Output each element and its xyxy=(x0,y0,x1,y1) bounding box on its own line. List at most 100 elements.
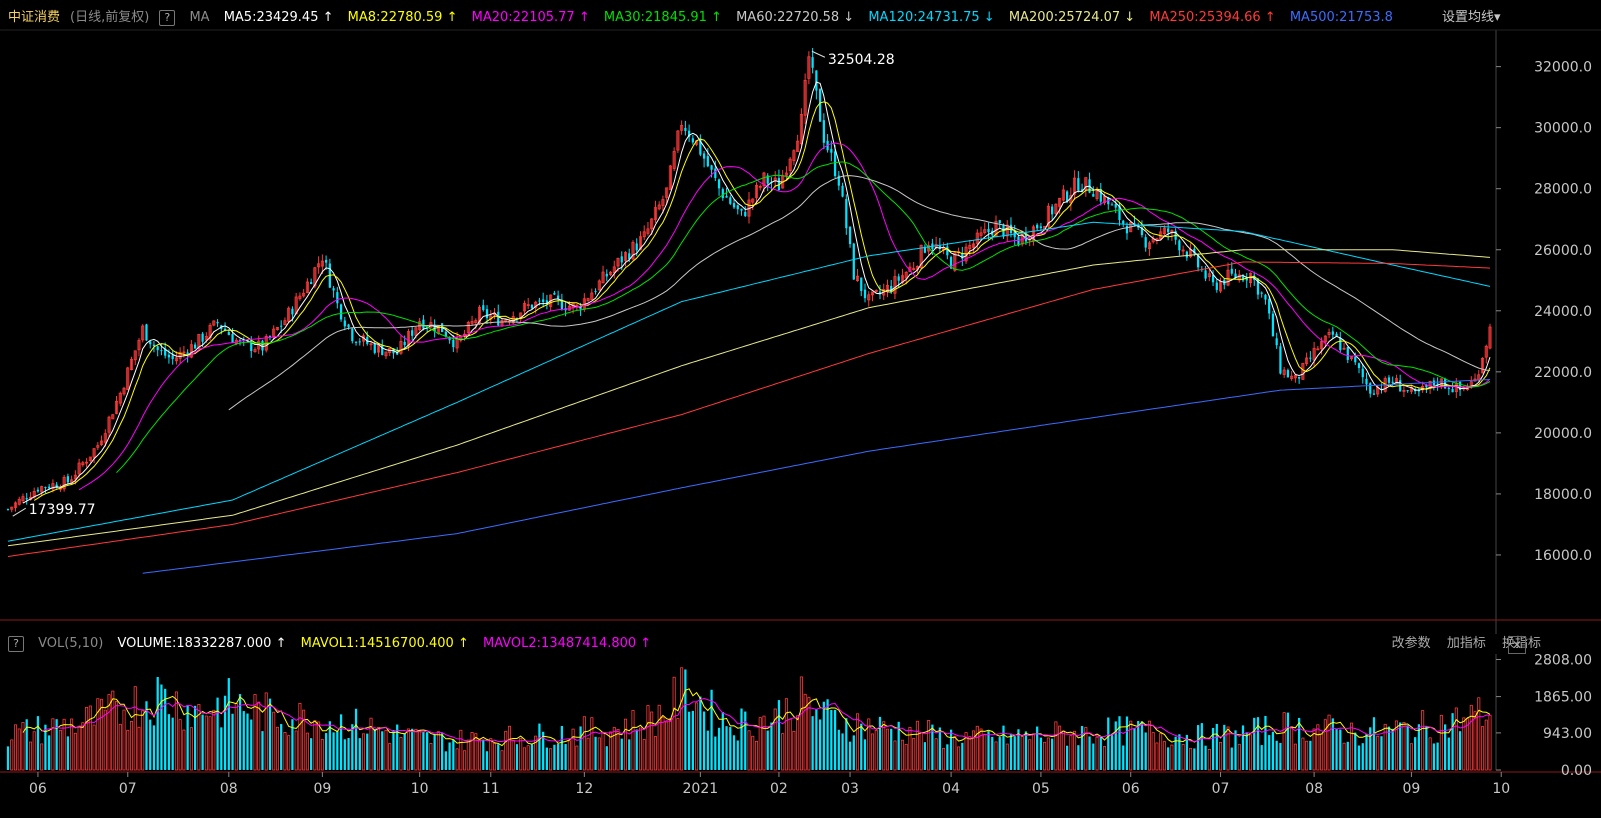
volume-bar xyxy=(998,737,1001,770)
candle-body xyxy=(1092,194,1095,197)
chart-canvas[interactable]: 16000.0 18000.0 20000.0 22000.0 24000.0 26000… xyxy=(0,0,1601,818)
volume-bar xyxy=(422,731,425,770)
candle-body xyxy=(1286,370,1290,378)
volume-bar xyxy=(1122,745,1125,770)
volume-bar xyxy=(1088,736,1091,770)
volume-bar xyxy=(1159,733,1163,771)
volume-bar xyxy=(133,686,137,771)
volume-bar xyxy=(1436,742,1439,770)
volume-bar xyxy=(826,699,829,770)
candle-body xyxy=(1065,191,1069,202)
volume-bar xyxy=(388,743,392,771)
volume-bar xyxy=(725,726,728,770)
volume-bar xyxy=(1054,721,1058,771)
volume-bar xyxy=(160,684,163,770)
time-tick-label: 12 xyxy=(575,781,593,797)
candle-body xyxy=(852,243,855,280)
volume-bar xyxy=(310,738,313,770)
volume-bar xyxy=(597,737,601,771)
volume-bar xyxy=(268,698,272,770)
volume-bar xyxy=(351,724,354,770)
volume-bar xyxy=(115,701,119,771)
volume-bar xyxy=(1147,720,1151,771)
volume-bar xyxy=(699,696,702,770)
candle-body xyxy=(744,211,747,217)
volume-bar xyxy=(1469,704,1473,771)
volume-bar xyxy=(287,735,291,771)
candle-body xyxy=(156,346,159,351)
candle-body xyxy=(1339,337,1342,351)
volume-bar xyxy=(13,724,18,771)
volume-bar xyxy=(1342,742,1346,771)
candle-body xyxy=(452,339,455,348)
add-indicator-button[interactable]: 加指标 xyxy=(1447,636,1486,651)
volume-bar xyxy=(1335,728,1338,770)
help-icon[interactable]: ? xyxy=(159,10,176,26)
volume-bar xyxy=(167,714,171,770)
candle-body xyxy=(684,127,687,131)
candle-body xyxy=(152,344,156,346)
ma-line-ma5 xyxy=(22,81,1491,504)
candle-body xyxy=(403,341,406,346)
ma-settings-button[interactable]: 设置均线▾ xyxy=(1442,8,1507,28)
candle-body xyxy=(160,350,163,352)
volume-bar xyxy=(332,732,335,770)
volume-bar xyxy=(257,701,261,771)
candle-body xyxy=(411,330,414,336)
price-tick-label: 30000.0 xyxy=(1534,121,1592,137)
volume-bar xyxy=(429,743,433,771)
volume-indicator-bar: ? VOL(5,10) VOLUME:18332287.000 ↑ MAVOL1… xyxy=(0,634,1525,654)
volume-bar xyxy=(919,731,923,771)
ma-indicator: MA60:22720.58 ↓ xyxy=(736,10,855,25)
close-icon[interactable]: ✕ xyxy=(1508,636,1526,654)
volume-bar xyxy=(837,729,840,770)
candle-body xyxy=(702,153,706,159)
volume-bar xyxy=(201,714,204,770)
volume-bar xyxy=(1391,728,1394,770)
candle-body xyxy=(194,344,197,349)
volume-bar xyxy=(403,733,406,770)
volume-bar xyxy=(463,750,467,771)
volume-bar xyxy=(507,725,512,771)
volume-bar xyxy=(1036,726,1039,770)
volume-bar xyxy=(594,736,597,770)
volume-bar xyxy=(500,750,504,771)
volume-bar xyxy=(987,731,990,770)
volume-bar xyxy=(28,741,32,771)
edit-params-button[interactable]: 改参数 xyxy=(1392,636,1431,651)
volume-bar xyxy=(1350,722,1354,771)
ma-indicator: MA250:25394.66 ↑ xyxy=(1149,10,1276,25)
volume-bar xyxy=(81,722,85,771)
volume-bar xyxy=(1234,730,1237,770)
volume-bar xyxy=(672,676,676,771)
volume-bar xyxy=(545,747,549,770)
help-icon[interactable]: ? xyxy=(8,636,24,652)
volume-bar xyxy=(482,740,485,770)
volume-bar xyxy=(141,710,145,771)
volume-bar xyxy=(949,729,953,770)
candle-body xyxy=(530,304,534,309)
volume-bar xyxy=(1361,743,1364,770)
volume-bar xyxy=(1271,731,1275,770)
candle-body xyxy=(1264,294,1267,300)
candle-body xyxy=(6,509,10,511)
candle-body xyxy=(66,476,69,483)
volume-bar xyxy=(6,746,10,770)
volume-bar xyxy=(792,730,796,771)
candle-body xyxy=(25,498,28,500)
volume-bar xyxy=(1320,733,1324,771)
volume-bar xyxy=(77,725,81,771)
volume-bar xyxy=(815,709,818,770)
volume-bar xyxy=(32,731,36,771)
price-tick-label: 16000.0 xyxy=(1534,548,1592,564)
volume-bar xyxy=(261,731,264,770)
volume-bar xyxy=(665,721,669,771)
volume-bar xyxy=(567,740,571,771)
candle-body xyxy=(714,168,717,178)
volume-bar xyxy=(317,721,321,771)
volume-bar xyxy=(478,739,482,771)
volume-bar xyxy=(661,717,665,771)
volume-bar xyxy=(272,711,276,771)
ma-indicator: MA5:23429.45 ↑ xyxy=(223,10,334,25)
volume-bar xyxy=(1298,717,1301,770)
